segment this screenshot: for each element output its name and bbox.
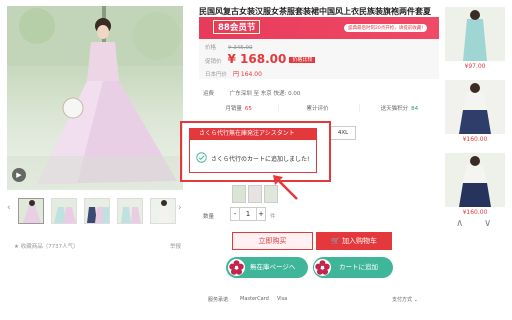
recommended-item-image bbox=[445, 153, 505, 207]
recommended-item-price: ¥160.00 bbox=[462, 209, 488, 216]
footer-mastercard: MasterCard bbox=[240, 296, 269, 302]
stat-value: 65 bbox=[244, 106, 252, 112]
stat-reviews[interactable]: 累计评价 bbox=[279, 104, 360, 112]
thumbnail[interactable] bbox=[117, 198, 143, 224]
model-illustration bbox=[7, 6, 183, 190]
shipping-value[interactable]: 广东深圳 至 东京 快递: 0.00 bbox=[230, 91, 301, 97]
quantity-input[interactable]: 1 bbox=[240, 207, 256, 221]
promo-price-label: 促销价 bbox=[205, 59, 222, 65]
stats-bar: 月销量 65 累计评价 送天猫积分 84 bbox=[199, 104, 439, 112]
quantity-label: 数量 bbox=[203, 214, 215, 220]
popup-title: さくら代行無在庫発注アシスタント bbox=[189, 128, 317, 139]
footer-service-link[interactable]: 服务承诺 bbox=[208, 296, 228, 303]
thumbnail-image bbox=[118, 199, 142, 223]
recommended-item[interactable]: ¥97.00 bbox=[445, 7, 505, 70]
quantity-minus-button[interactable]: - bbox=[230, 207, 240, 221]
quantity-unit: 件 bbox=[270, 214, 276, 220]
size-option-4xl[interactable]: 4XL bbox=[330, 126, 356, 140]
color-swatch[interactable] bbox=[248, 185, 262, 203]
promo-note: 盛典最后时刻20点开抢，请提前收藏! bbox=[343, 24, 427, 32]
stat-label: 月销量 bbox=[225, 106, 242, 112]
footer-visa: Visa bbox=[277, 296, 288, 302]
favorite-label: 收藏商品（7737人气） bbox=[20, 244, 79, 250]
thumbnail[interactable] bbox=[150, 198, 176, 224]
sakura-flower-icon bbox=[314, 259, 331, 276]
cny-price-label: 日本円价 bbox=[205, 72, 228, 78]
sakura-flower-icon bbox=[228, 259, 245, 276]
thumbnail-image bbox=[151, 199, 175, 223]
cart-icon: 🛒 bbox=[331, 237, 340, 245]
recommended-item-image bbox=[445, 7, 505, 61]
stat-monthly-sales: 月销量 65 bbox=[199, 104, 280, 112]
product-page: ▶ ‹ › ★ 收藏商品（7737人气） 举报 民国风复古女装汉服女茶服套装裙中… bbox=[0, 0, 512, 320]
cny-price-row: 日本円价円 164.00 bbox=[205, 69, 262, 78]
recommended-item-illustration bbox=[445, 7, 505, 61]
promo-badge: 88会员节 bbox=[213, 20, 261, 34]
recommended-item-illustration bbox=[445, 80, 505, 134]
stat-value: 84 bbox=[411, 106, 419, 112]
promo-banner: 88会员节 盛典最后时刻20点开抢，请提前收藏! bbox=[199, 17, 439, 39]
promo-price-row: 促销价 ¥ 168.00 价格比较 bbox=[205, 52, 316, 66]
favorite-link[interactable]: ★ 收藏商品（7737人气） bbox=[14, 242, 79, 250]
stat-label: 送天猫积分 bbox=[380, 106, 409, 112]
add-to-cart-button[interactable]: 🛒 加入购物车 bbox=[316, 232, 392, 250]
quantity-stepper: - 1 + bbox=[230, 207, 266, 221]
thumbnail[interactable] bbox=[84, 198, 110, 224]
shipping-label: 运费 bbox=[203, 91, 215, 97]
cny-price: 円 164.00 bbox=[233, 71, 262, 78]
recommend-down-icon[interactable]: ∨ bbox=[484, 218, 491, 229]
thumbnail[interactable] bbox=[18, 198, 44, 224]
quantity-plus-button[interactable]: + bbox=[256, 207, 266, 221]
thumbnail-next-icon[interactable]: › bbox=[178, 203, 186, 213]
recommended-item-illustration bbox=[445, 153, 505, 207]
recommended-item-image bbox=[445, 80, 505, 134]
chevron-down-icon: ⌄ bbox=[413, 297, 418, 303]
check-circle-icon bbox=[196, 152, 207, 163]
popup-message: さくら代行のカートに追加しました! bbox=[211, 156, 310, 163]
promo-price: ¥ 168.00 bbox=[227, 52, 287, 66]
stat-label: 累计评价 bbox=[306, 106, 329, 112]
thumbnail-image bbox=[52, 199, 76, 223]
video-play-icon[interactable]: ▶ bbox=[12, 168, 26, 182]
thumbnail-image bbox=[19, 199, 43, 223]
original-price-label: 价格 bbox=[205, 45, 217, 51]
recommended-item-price: ¥97.00 bbox=[464, 63, 486, 70]
price-tag-badge: 价格比较 bbox=[289, 57, 316, 63]
payment-methods-label: 支付方式 bbox=[392, 297, 413, 303]
recommend-up-icon[interactable]: ∧ bbox=[456, 218, 463, 229]
main-product-image[interactable]: ▶ bbox=[7, 6, 183, 190]
color-swatch[interactable] bbox=[232, 185, 246, 203]
thumbnail[interactable] bbox=[51, 198, 77, 224]
popup-body: さくら代行のカートに追加しました! bbox=[189, 139, 317, 173]
stat-points: 送天猫积分 84 bbox=[360, 104, 439, 112]
original-price: ¥ 345.00 bbox=[228, 45, 253, 51]
thumbnail-prev-icon[interactable]: ‹ bbox=[7, 203, 15, 213]
add-to-cart-label: 加入购物车 bbox=[341, 237, 377, 245]
report-link[interactable]: 举报 bbox=[170, 242, 181, 250]
payment-methods-dropdown[interactable]: 支付方式 ⌄ bbox=[392, 296, 418, 303]
red-arrow-icon bbox=[273, 175, 298, 200]
recommended-item[interactable]: ¥160.00 bbox=[445, 80, 505, 143]
recommended-item-price: ¥160.00 bbox=[462, 136, 488, 143]
price-box: 价格 ¥ 345.00 促销价 ¥ 168.00 价格比较 日本円价円 164.00 bbox=[199, 39, 439, 79]
thumbnail-strip bbox=[18, 198, 176, 224]
buy-now-button[interactable]: 立即购买 bbox=[232, 232, 313, 250]
product-title: 民国风复古女装汉服女茶服套装裙中国风上衣民族装旗袍两件套夏 bbox=[199, 7, 431, 16]
thumbnail-image bbox=[85, 199, 109, 223]
recommended-item[interactable]: ¥160.00 bbox=[445, 153, 505, 216]
shipping-row: 运费 广东深圳 至 东京 快递: 0.00 bbox=[203, 89, 300, 97]
original-price-row: 价格 ¥ 345.00 bbox=[205, 43, 253, 51]
